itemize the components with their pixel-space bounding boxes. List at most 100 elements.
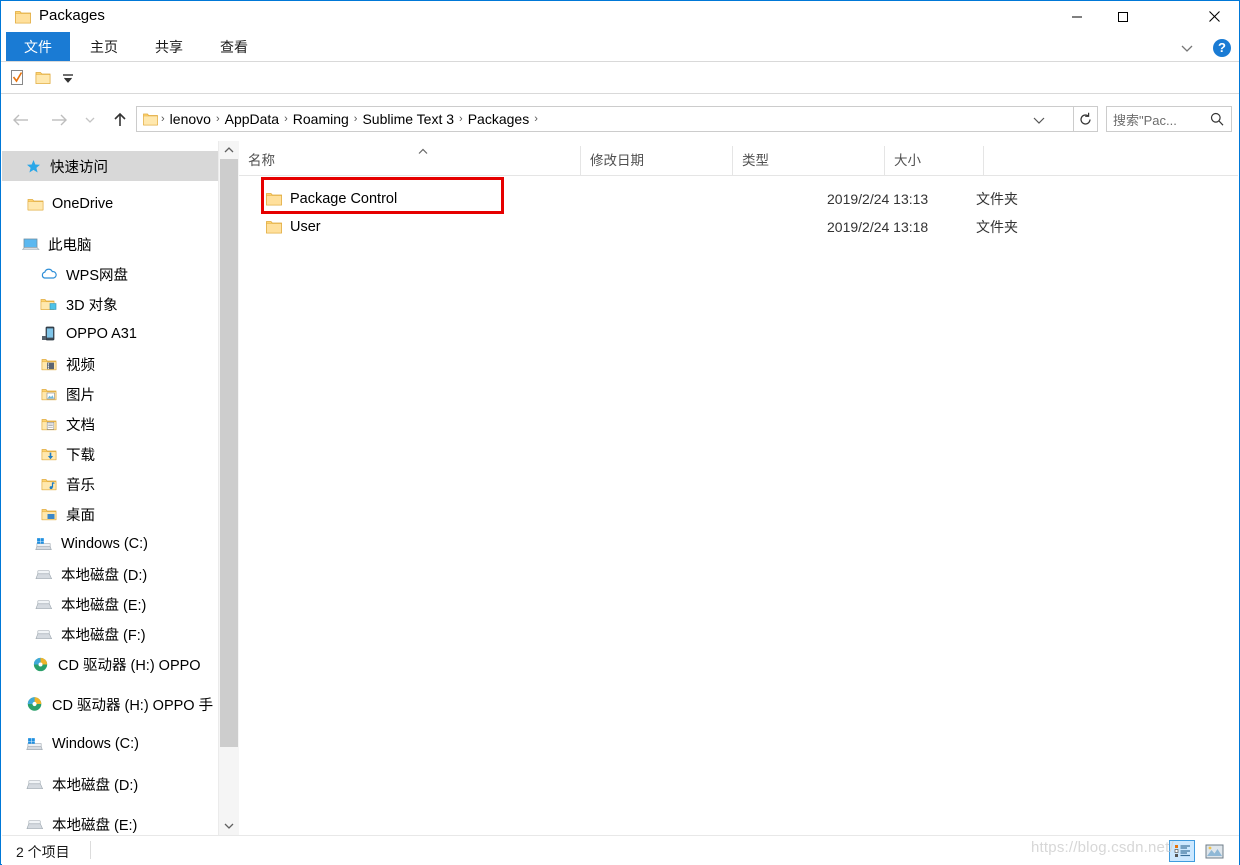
properties-icon[interactable] <box>9 69 27 87</box>
address-breadcrumb-bar[interactable]: › lenovo › AppData › Roaming › Sublime T… <box>136 106 1074 132</box>
new-folder-icon[interactable] <box>34 69 52 87</box>
sidebar-item-local-disk-f[interactable]: 本地磁盘 (F:) <box>2 619 218 649</box>
sidebar-item-oppo-a31[interactable]: OPPO A31 <box>2 319 218 349</box>
maximize-button[interactable] <box>1100 1 1146 32</box>
sidebar-item-documents[interactable]: 文档 <box>2 409 218 439</box>
sidebar-item-videos[interactable]: 视频 <box>2 349 218 379</box>
scrollbar-thumb[interactable] <box>220 159 238 747</box>
large-icons-view-button[interactable] <box>1201 840 1227 862</box>
file-name[interactable]: Package Control <box>290 191 397 207</box>
scroll-up-arrow-icon[interactable] <box>219 141 239 159</box>
sidebar-item-quick-access[interactable]: 快速访问 <box>2 151 218 181</box>
videos-folder-icon <box>40 355 58 373</box>
drive-icon <box>35 565 53 583</box>
scroll-down-arrow-icon[interactable] <box>219 817 239 835</box>
sidebar-item-label: 视频 <box>66 357 95 374</box>
desktop-folder-icon <box>40 505 58 523</box>
navigation-pane[interactable]: 快速访问 OneDrive 此电脑 WPS网盘 3D 对象 OPPO A31 视… <box>2 141 218 835</box>
sidebar-item-downloads[interactable]: 下载 <box>2 439 218 469</box>
sidebar-item-cd-drive-h-oppo-phone[interactable]: CD 驱动器 (H:) OPPO 手 <box>2 689 218 719</box>
column-header-name[interactable]: 名称 <box>239 146 589 175</box>
sidebar-item-onedrive[interactable]: OneDrive <box>2 189 218 219</box>
forward-button[interactable] <box>45 106 73 134</box>
sidebar-item-local-disk-e[interactable]: 本地磁盘 (E:) <box>2 589 218 619</box>
sidebar-item-label: 文档 <box>66 417 95 434</box>
column-header-type[interactable]: 类型 <box>732 146 884 175</box>
windows-drive-icon <box>26 735 44 753</box>
search-icon[interactable] <box>1209 111 1225 127</box>
tab-view[interactable]: 查看 <box>211 32 257 62</box>
breadcrumb-separator[interactable]: › <box>533 113 539 125</box>
breadcrumb-item-appdata[interactable]: AppData <box>221 111 283 127</box>
sidebar-item-label: 音乐 <box>66 477 95 494</box>
sidebar-item-this-pc[interactable]: 此电脑 <box>2 229 218 259</box>
sidebar-item-windows-c-root[interactable]: Windows (C:) <box>2 729 218 759</box>
column-header-size[interactable]: 大小 <box>884 146 983 175</box>
recent-locations-chevron-icon[interactable] <box>81 106 99 134</box>
folder-icon <box>15 11 31 24</box>
search-input[interactable]: 搜索"Pac... <box>1107 110 1209 129</box>
minimize-button[interactable] <box>1054 1 1100 32</box>
drive-icon <box>35 595 53 613</box>
file-name[interactable]: User <box>290 219 321 235</box>
drive-icon <box>26 815 44 833</box>
close-button[interactable] <box>1191 1 1238 32</box>
sidebar-item-label: 图片 <box>66 387 95 404</box>
sidebar-item-label: 桌面 <box>66 507 95 524</box>
table-row[interactable]: User 2019/2/24 13:18 文件夹 <box>239 213 1238 241</box>
sort-ascending-caret-icon <box>418 148 428 154</box>
refresh-button[interactable] <box>1074 106 1098 132</box>
breadcrumb-item-packages[interactable]: Packages <box>464 111 533 127</box>
title-bar: Packages <box>1 1 1239 32</box>
sidebar-item-windows-c[interactable]: Windows (C:) <box>2 529 218 559</box>
sidebar-item-3d-objects[interactable]: 3D 对象 <box>2 289 218 319</box>
sidebar-item-label: 3D 对象 <box>66 297 118 314</box>
status-divider <box>90 841 91 859</box>
sidebar-item-local-disk-d[interactable]: 本地磁盘 (D:) <box>2 559 218 589</box>
file-list-pane[interactable]: 名称 修改日期 类型 大小 Package Control 2019/2/24 … <box>239 141 1238 835</box>
pin-star-icon <box>24 157 42 175</box>
sidebar-item-label: Windows (C:) <box>61 536 149 552</box>
windows-drive-icon <box>35 535 53 553</box>
breadcrumb-folder-icon[interactable] <box>143 113 158 126</box>
folder-icon <box>266 193 282 206</box>
sidebar-item-label: 此电脑 <box>48 237 92 254</box>
up-button[interactable] <box>106 106 134 134</box>
tab-share[interactable]: 共享 <box>146 32 192 62</box>
cd-drive-icon <box>32 655 50 673</box>
breadcrumb-item-lenovo[interactable]: lenovo <box>166 111 215 127</box>
customize-chevron-icon[interactable] <box>61 69 75 87</box>
search-box[interactable]: 搜索"Pac... <box>1106 106 1232 132</box>
sidebar-item-local-disk-e-root[interactable]: 本地磁盘 (E:) <box>2 809 218 835</box>
ribbon-expand-chevron-icon[interactable] <box>1179 40 1195 56</box>
folder-icon <box>266 221 282 234</box>
breadcrumb-item-sublime-text-3[interactable]: Sublime Text 3 <box>358 111 458 127</box>
tab-file[interactable]: 文件 <box>6 32 70 62</box>
column-header-date-modified[interactable]: 修改日期 <box>580 146 732 175</box>
address-dropdown-chevron-icon[interactable] <box>1031 112 1047 128</box>
sidebar-item-wps-cloud[interactable]: WPS网盘 <box>2 259 218 289</box>
sidebar-item-music[interactable]: 音乐 <box>2 469 218 499</box>
back-button[interactable] <box>7 106 35 134</box>
sidebar-item-label: 本地磁盘 (F:) <box>61 627 146 644</box>
window-title: Packages <box>39 7 105 24</box>
sidebar-item-pictures[interactable]: 图片 <box>2 379 218 409</box>
file-date-modified: 2019/2/24 13:13 <box>827 191 929 207</box>
3d-objects-icon <box>40 295 58 313</box>
item-count-label: 2 个项目 <box>16 844 70 860</box>
sidebar-item-label: OPPO A31 <box>66 326 137 342</box>
sidebar-item-cd-drive-h-oppo[interactable]: CD 驱动器 (H:) OPPO <box>2 649 218 679</box>
file-date-modified: 2019/2/24 13:18 <box>827 219 929 235</box>
tab-home[interactable]: 主页 <box>81 32 127 62</box>
table-row[interactable]: Package Control 2019/2/24 13:13 文件夹 <box>239 185 1238 213</box>
sidebar-item-local-disk-d-root[interactable]: 本地磁盘 (D:) <box>2 769 218 799</box>
sidebar-item-desktop[interactable]: 桌面 <box>2 499 218 529</box>
drive-icon <box>35 625 53 643</box>
sidebar-item-label: 本地磁盘 (E:) <box>61 597 147 614</box>
ribbon-tab-bar: 文件 主页 共享 查看 ? <box>1 32 1239 62</box>
sidebar-item-label: CD 驱动器 (H:) OPPO <box>58 657 201 674</box>
navigation-pane-scrollbar[interactable] <box>218 141 239 835</box>
breadcrumb-item-roaming[interactable]: Roaming <box>289 111 353 127</box>
pictures-folder-icon <box>40 385 58 403</box>
help-button[interactable]: ? <box>1213 39 1231 57</box>
